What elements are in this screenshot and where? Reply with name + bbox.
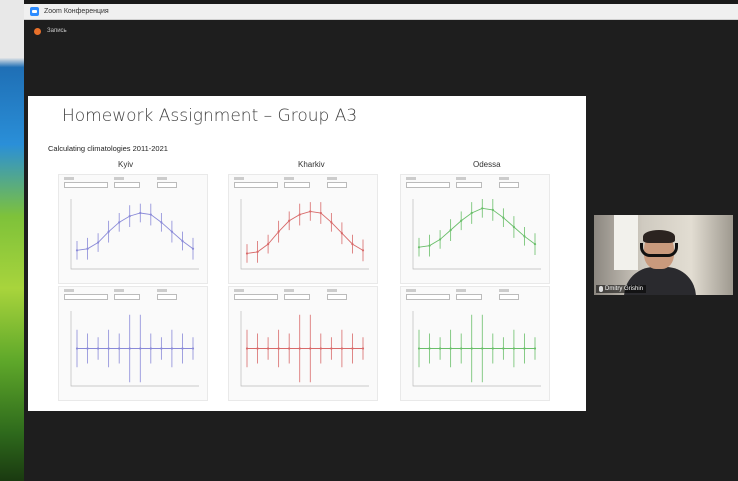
chart-panel bbox=[228, 174, 378, 284]
zoom-icon bbox=[30, 7, 39, 16]
chart-controls[interactable] bbox=[232, 177, 374, 191]
chart-dropdown[interactable] bbox=[284, 182, 310, 188]
participant-video[interactable]: Dmitry Grishin bbox=[594, 215, 733, 295]
chart-controls[interactable] bbox=[232, 289, 374, 303]
chart-controls[interactable] bbox=[404, 177, 546, 191]
chart-axis bbox=[70, 199, 199, 270]
chart-panel bbox=[58, 174, 208, 284]
window-title: Zoom Конференция bbox=[44, 8, 109, 15]
chart-dropdown[interactable] bbox=[234, 182, 278, 188]
meeting-bar: Запись bbox=[24, 20, 738, 42]
chart-controls[interactable] bbox=[62, 289, 204, 303]
slide-subtitle: Calculating climatologies 2011-2021 bbox=[48, 144, 168, 153]
chart-dropdown[interactable] bbox=[499, 182, 519, 188]
chart-dropdown[interactable] bbox=[64, 182, 108, 188]
headset-icon bbox=[640, 243, 678, 257]
desktop-background bbox=[0, 0, 24, 481]
chart-dropdown[interactable] bbox=[114, 294, 140, 300]
chart-panel bbox=[400, 286, 550, 401]
chart-dropdown[interactable] bbox=[406, 182, 450, 188]
city-label-kharkiv: Kharkiv bbox=[298, 160, 325, 169]
series-line bbox=[418, 207, 536, 248]
chart-dropdown[interactable] bbox=[327, 182, 347, 188]
chart-plot bbox=[240, 199, 369, 270]
city-label-odessa: Odessa bbox=[473, 160, 501, 169]
chart-dropdown[interactable] bbox=[234, 294, 278, 300]
chart-panel bbox=[228, 286, 378, 401]
chart-plot bbox=[240, 311, 369, 387]
meeting-label: Запись bbox=[47, 28, 67, 34]
chart-dropdown[interactable] bbox=[499, 294, 519, 300]
participant-name-tag: Dmitry Grishin bbox=[596, 285, 647, 293]
series-line bbox=[76, 212, 194, 251]
chart-axis bbox=[240, 199, 369, 270]
chart-dropdown[interactable] bbox=[406, 294, 450, 300]
chart-dropdown[interactable] bbox=[157, 294, 177, 300]
chart-dropdown[interactable] bbox=[284, 294, 310, 300]
chart-dropdown[interactable] bbox=[456, 182, 482, 188]
chart-dropdown[interactable] bbox=[327, 294, 347, 300]
chart-plot bbox=[70, 311, 199, 387]
participant-name: Dmitry Grishin bbox=[605, 286, 644, 292]
chart-controls[interactable] bbox=[62, 177, 204, 191]
city-label-kyiv: Kyiv bbox=[118, 160, 134, 169]
chart-dropdown[interactable] bbox=[64, 294, 108, 300]
chart-dropdown[interactable] bbox=[157, 182, 177, 188]
chart-plot bbox=[412, 311, 541, 387]
chart-dropdown[interactable] bbox=[114, 182, 140, 188]
series-line bbox=[246, 210, 364, 254]
slide-title: Homework Assignment – Group A3 bbox=[62, 106, 358, 126]
chart-plot bbox=[70, 199, 199, 270]
chart-controls[interactable] bbox=[404, 289, 546, 303]
chart-plot bbox=[412, 199, 541, 270]
record-icon[interactable] bbox=[34, 27, 41, 35]
mic-icon bbox=[599, 286, 603, 292]
chart-panel bbox=[58, 286, 208, 401]
shared-slide: Homework Assignment – Group A3 Calculati… bbox=[28, 96, 586, 411]
chart-dropdown[interactable] bbox=[456, 294, 482, 300]
title-bar[interactable]: Zoom Конференция bbox=[24, 4, 738, 20]
chart-panel bbox=[400, 174, 550, 284]
